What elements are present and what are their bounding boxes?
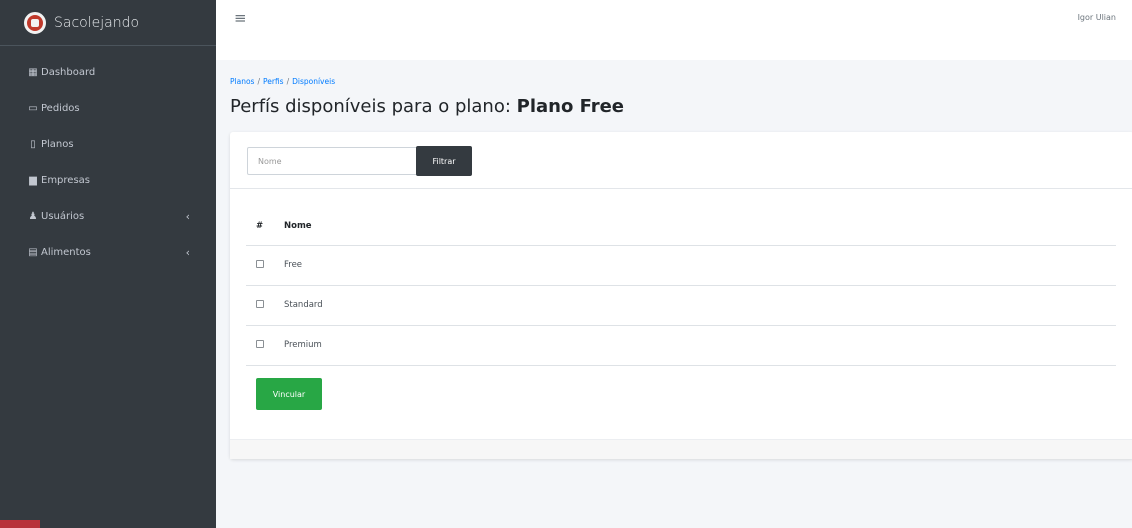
user-name[interactable]: Igor Ulian <box>1078 13 1116 22</box>
breadcrumb-separator: / <box>257 77 260 86</box>
profile-checkbox-standard[interactable] <box>256 299 264 308</box>
sidebar-item-label: Dashboard <box>41 66 96 78</box>
sidebar-item-usuarios[interactable]: ♟ Usuários ‹ <box>0 198 216 234</box>
brand-name: Sacolejando <box>54 14 140 31</box>
breadcrumb: Planos / Perfis / Disponíveis <box>230 77 335 86</box>
brand-logo-icon <box>24 11 46 34</box>
row-checkbox-cell <box>246 285 284 326</box>
filter-button[interactable]: Filtrar <box>416 146 472 176</box>
clipboard-icon: ▯ <box>30 138 36 150</box>
sidebar-item-pedidos[interactable]: ▭ Pedidos <box>0 90 216 126</box>
breadcrumb-item-disponiveis[interactable]: Disponíveis <box>292 77 335 86</box>
top-navbar: ≡ Igor Ulian <box>216 0 1132 60</box>
sidebar-item-label: Empresas <box>41 174 90 186</box>
sidebar-item-alimentos[interactable]: ▤ Alimentos ‹ <box>0 234 216 270</box>
profile-name: Free <box>284 245 1116 286</box>
sidebar-bottom-tag <box>0 520 40 528</box>
profile-name: Standard <box>284 285 1116 326</box>
building-icon: ▆ <box>29 174 37 186</box>
filter-bar: Filtrar <box>230 132 1132 189</box>
profile-checkbox-premium[interactable] <box>256 339 264 348</box>
sidebar-item-planos[interactable]: ▯ Planos <box>0 126 216 162</box>
breadcrumb-item-perfis[interactable]: Perfis <box>263 77 284 86</box>
sidebar-item-label: Pedidos <box>41 102 80 114</box>
page-title: Perfís disponíveis para o plano: Plano F… <box>230 96 624 117</box>
sidebar-item-dashboard[interactable]: ▦ Dashboard <box>0 54 216 90</box>
profiles-table: # Nome Free Standard Premium <box>246 207 1116 366</box>
column-header-name: Nome <box>284 207 1116 246</box>
profile-name: Premium <box>284 325 1116 366</box>
chevron-left-icon: ‹ <box>185 209 190 223</box>
chevron-left-icon: ‹ <box>185 245 190 259</box>
hamburger-menu-icon[interactable]: ≡ <box>234 9 247 27</box>
table-row: Standard <box>246 285 1116 326</box>
main-content: Planos / Perfis / Disponíveis Perfís disponí… <box>216 60 1132 528</box>
sidebar: Sacolejando ▦ Dashboard ▭ Pedidos ▯ Plan… <box>0 0 216 528</box>
table-icon: ▦ <box>28 66 38 78</box>
sidebar-nav: ▦ Dashboard ▭ Pedidos ▯ Planos ▆ Empresa… <box>0 46 216 270</box>
row-checkbox-cell <box>246 245 284 286</box>
row-checkbox-cell <box>246 325 284 366</box>
sidebar-item-empresas[interactable]: ▆ Empresas <box>0 162 216 198</box>
database-icon: ▤ <box>28 246 38 258</box>
breadcrumb-separator: / <box>286 77 290 86</box>
table-row: Premium <box>246 325 1116 366</box>
brand-link[interactable]: Sacolejando <box>0 0 216 46</box>
name-filter-input[interactable] <box>247 147 419 175</box>
sidebar-item-label: Alimentos <box>41 246 91 258</box>
breadcrumb-item-planos[interactable]: Planos <box>230 77 254 86</box>
profile-checkbox-free[interactable] <box>256 259 264 268</box>
profiles-card: Filtrar # Nome Free Standard <box>230 132 1132 459</box>
sidebar-item-label: Planos <box>41 138 74 150</box>
table-header-row: # Nome <box>246 207 1116 246</box>
column-header-index: # <box>246 207 284 246</box>
calendar-icon: ▭ <box>28 102 38 114</box>
page-title-prefix: Perfís disponíveis para o plano: <box>230 96 517 117</box>
page-title-plan: Plano Free <box>516 96 625 117</box>
table-row: Free <box>246 245 1116 286</box>
users-icon: ♟ <box>28 210 38 222</box>
bind-profiles-button[interactable]: Vincular <box>256 378 322 410</box>
card-footer <box>230 439 1132 459</box>
sidebar-item-label: Usuários <box>41 210 85 222</box>
